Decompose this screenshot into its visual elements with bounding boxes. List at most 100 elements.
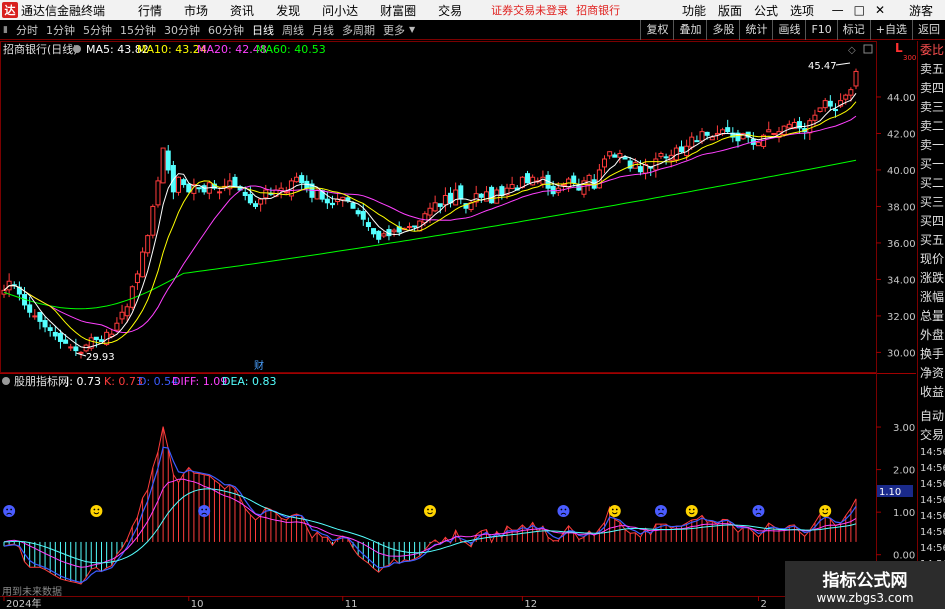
candle-up bbox=[263, 189, 269, 199]
side-total-volume[interactable]: 总量 bbox=[918, 307, 945, 326]
menu-wealth[interactable]: 财富圈 bbox=[369, 2, 427, 19]
side-change-pct[interactable]: 涨幅 bbox=[918, 288, 945, 307]
sad-face-icon bbox=[752, 505, 765, 517]
candle-up bbox=[843, 94, 849, 100]
face-eye bbox=[560, 508, 563, 511]
side-trade[interactable]: 交易 bbox=[918, 426, 945, 445]
statistics-button[interactable]: 统计 bbox=[739, 20, 772, 40]
candle-up bbox=[283, 191, 289, 194]
side-buy2[interactable]: 买二 bbox=[918, 174, 945, 193]
candle-up bbox=[494, 189, 500, 204]
candle-up bbox=[771, 132, 777, 135]
side-sell3[interactable]: 卖三 bbox=[918, 98, 945, 117]
candle-up bbox=[134, 273, 140, 284]
draw-line-button[interactable]: 画线 bbox=[772, 20, 805, 40]
more-chevron-down-icon[interactable]: ▼ bbox=[409, 25, 415, 34]
trade-login-warning[interactable]: 证券交易未登录 bbox=[491, 2, 568, 18]
kline-chart[interactable]: 招商银行(日线) MA5: 43.82 MA10: 43.24 MA20: 42… bbox=[0, 41, 916, 609]
menu-formula[interactable]: 公式 bbox=[748, 2, 784, 19]
face-eye bbox=[427, 508, 429, 511]
app-logo-icon: 达 bbox=[2, 2, 18, 18]
diamond-icon[interactable]: ◇ bbox=[848, 45, 856, 56]
menu-discover[interactable]: 发现 bbox=[265, 2, 311, 19]
back-button[interactable]: 返回 bbox=[912, 20, 945, 40]
financial-report-marker[interactable]: 财 bbox=[254, 359, 264, 372]
guest-user[interactable]: 游客 bbox=[909, 2, 933, 19]
menu-market-quotes[interactable]: 行情 bbox=[127, 2, 173, 19]
quote-side-panel: 委比 卖五 卖四 卖三 卖二 卖一 买一 买二 买三 买四 买五 现价 涨跌 涨… bbox=[917, 41, 945, 609]
diff-line bbox=[3, 478, 857, 568]
side-commission-ratio[interactable]: 委比 bbox=[918, 41, 945, 60]
side-current-price[interactable]: 现价 bbox=[918, 250, 945, 269]
mark-button[interactable]: 标记 bbox=[836, 20, 870, 40]
maximize-icon[interactable]: □ bbox=[854, 3, 865, 17]
minimize-icon[interactable]: — bbox=[832, 3, 844, 17]
side-outer-volume[interactable]: 外盘 bbox=[918, 326, 945, 345]
overlay-button[interactable]: 叠加 bbox=[673, 20, 706, 40]
sub-legend-toggle-icon[interactable] bbox=[2, 377, 10, 385]
dea-line bbox=[3, 488, 857, 564]
face-eye bbox=[688, 508, 691, 511]
period-15min[interactable]: 15分钟 bbox=[116, 22, 160, 38]
period-multi[interactable]: 多周期 bbox=[338, 22, 379, 38]
face-eye bbox=[692, 508, 695, 511]
period-daily[interactable]: 日线 bbox=[248, 22, 278, 38]
menu-function[interactable]: 功能 bbox=[676, 2, 712, 19]
period-intraday[interactable]: 分时 bbox=[12, 22, 42, 38]
menu-layout[interactable]: 版面 bbox=[712, 2, 748, 19]
toolbar-handle-icon[interactable]: ▮ bbox=[0, 25, 12, 35]
candle-down bbox=[499, 186, 505, 196]
side-time-6: 14:56 bbox=[920, 527, 945, 538]
face-eye bbox=[10, 508, 13, 511]
legend-toggle-icon[interactable] bbox=[73, 45, 81, 53]
menu-trade[interactable]: 交易 bbox=[427, 2, 473, 19]
menu-options[interactable]: 选项 bbox=[784, 2, 820, 19]
menu-news[interactable]: 资讯 bbox=[219, 2, 265, 19]
side-turnover[interactable]: 换手 bbox=[918, 345, 945, 364]
menu-ask[interactable]: 问小达 bbox=[311, 2, 369, 19]
candle-up bbox=[540, 176, 546, 185]
candle-up bbox=[755, 142, 761, 147]
candle-down bbox=[478, 193, 484, 198]
stock-period-label: 招商银行(日线) bbox=[3, 42, 78, 56]
period-1min[interactable]: 1分钟 bbox=[42, 22, 79, 38]
period-30min[interactable]: 30分钟 bbox=[160, 22, 204, 38]
close-icon[interactable]: ✕ bbox=[875, 3, 885, 17]
period-monthly[interactable]: 月线 bbox=[308, 22, 338, 38]
signal-faces bbox=[3, 505, 832, 517]
multi-stock-button[interactable]: 多股 bbox=[706, 20, 739, 40]
candle-down bbox=[181, 179, 187, 186]
panel-maximize-icon[interactable] bbox=[863, 44, 873, 54]
side-sell5[interactable]: 卖五 bbox=[918, 60, 945, 79]
dea-value: DEA: 0.83 bbox=[222, 375, 276, 388]
chart-area[interactable]: 招商银行(日线) MA5: 43.82 MA10: 43.24 MA20: 42… bbox=[0, 41, 916, 609]
candle-up bbox=[406, 226, 412, 229]
stock-name-link[interactable]: 招商银行 bbox=[576, 2, 620, 18]
candle-up bbox=[427, 207, 433, 216]
side-auto-trade[interactable]: 自动 bbox=[918, 407, 945, 426]
side-sell1[interactable]: 卖一 bbox=[918, 136, 945, 155]
period-more[interactable]: 更多 bbox=[379, 22, 409, 38]
side-buy3[interactable]: 买三 bbox=[918, 193, 945, 212]
menu-market[interactable]: 市场 bbox=[173, 2, 219, 19]
time-tick-label: 11 bbox=[345, 599, 358, 609]
candle-down bbox=[412, 225, 418, 228]
restore-rights-button[interactable]: 复权 bbox=[640, 20, 673, 40]
period-5min[interactable]: 5分钟 bbox=[79, 22, 116, 38]
side-change[interactable]: 涨跌 bbox=[918, 269, 945, 288]
indicator-name: 股朋指标网 bbox=[14, 374, 69, 388]
side-net-assets[interactable]: 净资 bbox=[918, 364, 945, 383]
price-tick-label: 42.00 bbox=[887, 129, 916, 140]
f10-button[interactable]: F10 bbox=[805, 20, 836, 40]
face-eye bbox=[93, 508, 96, 511]
period-60min[interactable]: 60分钟 bbox=[204, 22, 248, 38]
side-buy1[interactable]: 买一 bbox=[918, 155, 945, 174]
side-sell4[interactable]: 卖四 bbox=[918, 79, 945, 98]
candle-up bbox=[294, 176, 300, 183]
side-buy4[interactable]: 买四 bbox=[918, 212, 945, 231]
side-sell2[interactable]: 卖二 bbox=[918, 117, 945, 136]
period-weekly[interactable]: 周线 bbox=[278, 22, 308, 38]
side-earnings[interactable]: 收益 bbox=[918, 383, 945, 402]
add-watchlist-button[interactable]: +自选 bbox=[869, 20, 912, 40]
side-buy5[interactable]: 买五 bbox=[918, 231, 945, 250]
